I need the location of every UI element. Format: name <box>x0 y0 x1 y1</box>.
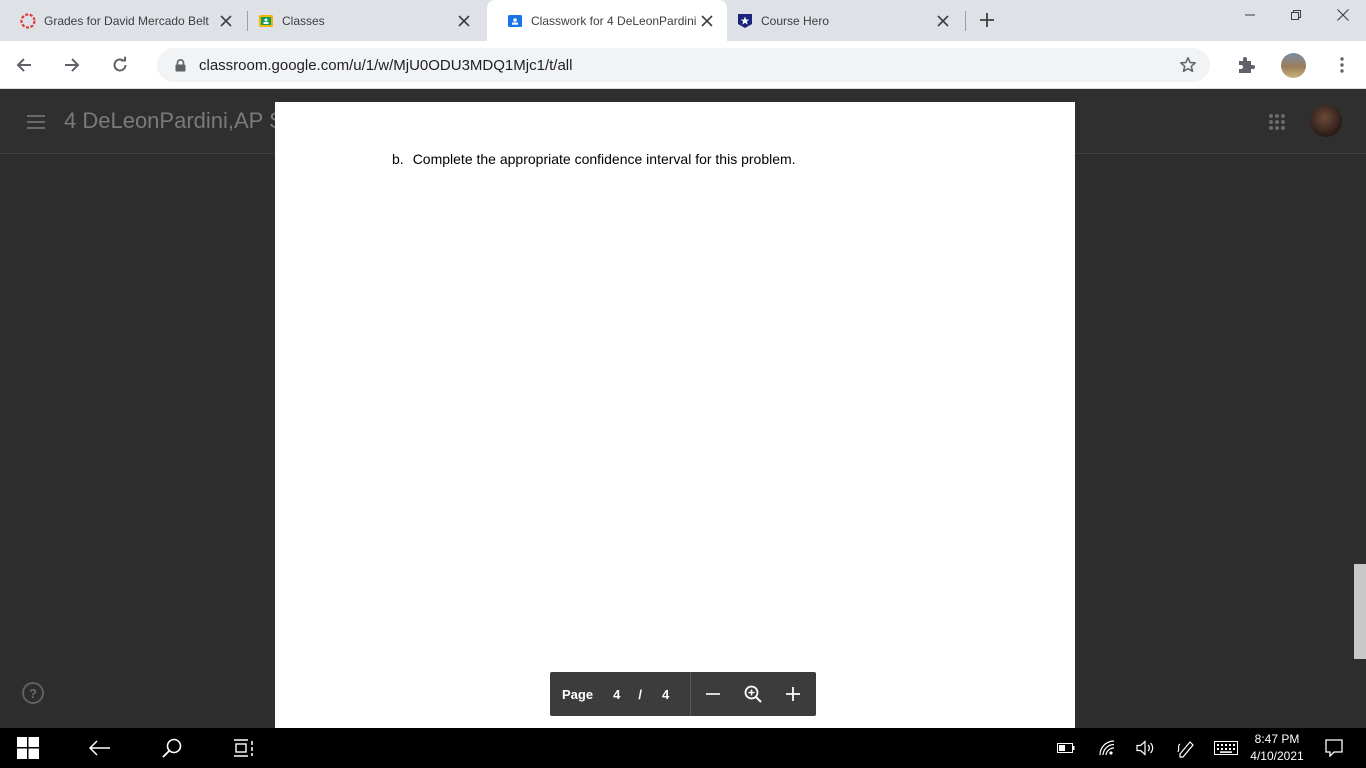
task-view-button[interactable] <box>232 736 256 760</box>
google-classroom-icon <box>507 13 523 29</box>
tab-separator <box>965 11 966 31</box>
profile-avatar[interactable] <box>1281 53 1306 78</box>
tab-classwork[interactable]: Classwork for 4 DeLeonPardini <box>487 0 727 41</box>
reload-icon <box>113 56 127 72</box>
help-icon[interactable]: ? <box>22 682 44 704</box>
chrome-menu-button[interactable] <box>1328 51 1356 79</box>
question-label: b. <box>392 151 404 167</box>
minimize-icon <box>1245 14 1255 16</box>
tab-title: Grades for David Mercado Belt <box>44 13 209 28</box>
reload-button[interactable] <box>106 51 134 79</box>
close-tab-icon[interactable] <box>933 11 953 31</box>
google-apps-icon[interactable] <box>1265 110 1289 134</box>
zoom-out-button[interactable] <box>701 682 725 706</box>
browser-toolbar: classroom.google.com/u/1/w/MjU0ODU3MDQ1M… <box>0 41 1366 89</box>
zoom-fit-icon <box>744 685 762 703</box>
plus-icon <box>786 687 801 701</box>
action-center-icon[interactable] <box>1322 736 1346 760</box>
current-page-input[interactable]: 4 <box>613 687 620 702</box>
battery-icon[interactable] <box>1054 736 1078 760</box>
tab-grades[interactable]: Grades for David Mercado Belt <box>0 0 246 41</box>
extensions-button[interactable] <box>1232 51 1260 79</box>
task-view-icon <box>234 739 253 757</box>
restore-icon <box>1291 10 1301 20</box>
windows-start-button[interactable] <box>16 736 40 760</box>
windows-logo-icon <box>17 737 39 759</box>
hamburger-menu-icon[interactable] <box>24 110 48 134</box>
scrollbar-thumb[interactable] <box>1354 564 1366 659</box>
system-clock[interactable]: 8:47 PM 4/10/2021 <box>1246 731 1308 765</box>
puzzle-icon <box>1239 57 1255 73</box>
tab-title: Course Hero <box>761 13 830 28</box>
arrow-left-icon <box>89 740 110 756</box>
windows-taskbar: 8:47 PM 4/10/2021 <box>0 728 1366 768</box>
question-text: Complete the appropriate confidence inte… <box>412 151 796 167</box>
lock-icon <box>173 58 187 72</box>
arrow-right-icon <box>65 58 80 72</box>
account-avatar[interactable] <box>1310 105 1342 137</box>
pager-divider <box>690 672 692 716</box>
search-icon <box>162 738 182 758</box>
clock-date: 4/10/2021 <box>1250 749 1304 763</box>
page-label: Page <box>562 686 594 702</box>
tab-strip: Grades for David Mercado Belt Classes Cl… <box>0 0 1366 41</box>
restore-button[interactable] <box>1273 0 1319 30</box>
google-classroom-icon <box>258 13 274 29</box>
taskbar-search-button[interactable] <box>160 736 184 760</box>
wifi-icon[interactable] <box>1095 736 1119 760</box>
back-button[interactable] <box>10 51 38 79</box>
minimize-button[interactable] <box>1227 0 1273 30</box>
zoom-in-button[interactable] <box>781 682 805 706</box>
url-text: classroom.google.com/u/1/w/MjU0ODU3MDQ1M… <box>199 56 573 74</box>
close-tab-icon[interactable] <box>216 11 236 31</box>
taskbar-back-button[interactable] <box>88 736 112 760</box>
address-bar[interactable]: classroom.google.com/u/1/w/MjU0ODU3MDQ1M… <box>157 48 1210 82</box>
pdf-page: b. Complete the appropriate confidence in… <box>275 102 1075 728</box>
touch-keyboard-icon[interactable] <box>1213 736 1239 760</box>
close-tab-icon[interactable] <box>454 11 474 31</box>
close-window-button[interactable] <box>1320 0 1366 30</box>
tab-course-hero[interactable]: Course Hero <box>717 0 963 41</box>
new-tab-button[interactable] <box>975 8 999 32</box>
clock-time: 8:47 PM <box>1254 732 1300 746</box>
aeries-grades-icon <box>20 12 36 29</box>
page-separator: / <box>638 686 642 702</box>
question-b: b. Complete the appropriate confidence in… <box>392 151 796 167</box>
class-title[interactable]: 4 DeLeonPardini,AP S <box>64 108 284 134</box>
forward-button[interactable] <box>58 51 86 79</box>
pen-workspace-icon[interactable] <box>1174 736 1198 760</box>
volume-icon[interactable] <box>1134 736 1158 760</box>
plus-icon <box>980 13 994 27</box>
page-controls: Page 4 / 4 <box>550 672 816 716</box>
minus-icon <box>706 693 721 695</box>
close-icon <box>1337 9 1349 21</box>
course-hero-icon <box>737 13 753 29</box>
close-tab-icon[interactable] <box>697 11 717 31</box>
more-vertical-icon <box>1340 57 1344 73</box>
total-pages: 4 <box>661 686 670 702</box>
tab-title: Classwork for 4 DeLeonPardini <box>531 13 697 28</box>
bookmark-star-icon[interactable] <box>1178 55 1198 75</box>
arrow-left-icon <box>16 58 31 72</box>
tab-title: Classes <box>282 13 325 28</box>
tab-classes[interactable]: Classes <box>238 0 484 41</box>
fit-zoom-button[interactable] <box>741 682 765 706</box>
